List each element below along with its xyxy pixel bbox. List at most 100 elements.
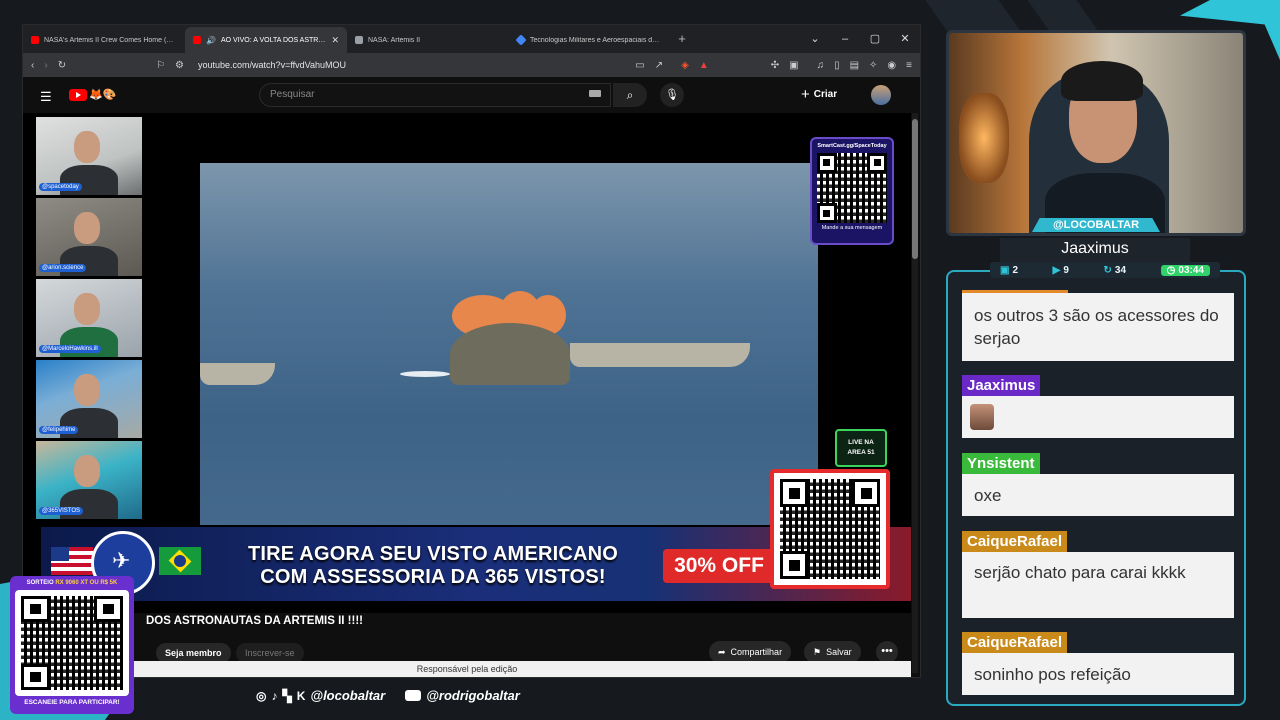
wallet-icon[interactable]: ▤ (850, 60, 859, 71)
url-field[interactable]: youtube.com/watch?v=ffvdVahuMOU (194, 60, 625, 70)
extensions-icon[interactable]: ✣ (771, 60, 779, 71)
guest-handle: @365VISTOS (39, 507, 83, 515)
social-handle: @locobaltar (310, 688, 386, 703)
social-handle: @rodrigobaltar (426, 688, 520, 703)
editor-credit-strip: Responsável pela edição (23, 661, 911, 677)
create-button[interactable]: + Criar (801, 86, 837, 103)
youtube-logo[interactable]: 🦊🎨 (69, 88, 116, 101)
video-icon: ▶ (1052, 264, 1061, 276)
orion-capsule (450, 323, 570, 385)
smartcast-qr-code (817, 153, 887, 223)
more-actions-button[interactable]: ••• (876, 641, 898, 663)
giveaway-cta: ESCANEIE PARA PARTICIPAR! (24, 699, 120, 706)
smartcast-title: SmartCast.gg/SpaceToday (817, 143, 887, 149)
chat-text (962, 396, 1234, 438)
search-icon: ⌕ (626, 88, 634, 102)
uptime-value: 03:44 (1178, 264, 1204, 276)
tab-tecnologias[interactable]: Tecnologias Militares e Aeroespaciais de… (509, 27, 671, 53)
qr-finder (852, 479, 880, 507)
leo-icon[interactable]: ✧ (869, 60, 877, 71)
create-label: Criar (813, 89, 838, 100)
hamburger-menu-icon[interactable]: ☰ (40, 89, 52, 105)
ad-line: COM ASSESSORIA DA 365 VISTOS! (260, 566, 606, 588)
qr-finder (867, 153, 887, 173)
live-area51-badge: LIVE NA AREA 51 (835, 429, 887, 467)
new-tab-button[interactable]: + (671, 27, 693, 53)
social-handles: ◎ ♪ ▚ K @locobaltar @rodrigobaltar (256, 688, 520, 703)
follow-count-value: 34 (1114, 264, 1127, 276)
chevron-down-icon[interactable]: ⌄ (800, 25, 830, 53)
save-button[interactable]: ⚑ Salvar (804, 641, 861, 663)
menu-icon[interactable]: ≡ (906, 60, 912, 71)
qr-finder (94, 596, 123, 623)
tab-nasa-crew[interactable]: NASA's Artemis II Crew Comes Home (Offic… (23, 27, 185, 53)
guest-handle: @felipehime (39, 426, 79, 434)
social-group-1: ◎ ♪ ▚ K @locobaltar (256, 688, 385, 703)
ad-qr-code-card (770, 469, 890, 589)
screenshot-icon[interactable]: ▣ (789, 60, 798, 71)
close-window-icon[interactable]: ✕ (890, 25, 920, 53)
bookmark-icon[interactable]: ⚐ (156, 60, 165, 71)
clock-icon: ◷ (1166, 264, 1176, 276)
account-avatar[interactable] (871, 85, 891, 105)
guest-head (74, 293, 100, 325)
share-icon[interactable]: ↗ (655, 60, 663, 71)
share-button[interactable]: ➦ Compartilhar (709, 641, 792, 663)
gemini-icon (515, 34, 527, 46)
brazil-flag-icon (159, 547, 201, 575)
instagram-icon: ◎ (256, 688, 267, 703)
close-tab-icon[interactable]: ✕ (331, 35, 339, 46)
chat-author: CaiqueRafael (962, 632, 1068, 653)
qr-finder (21, 596, 50, 623)
kick-icon: K (296, 688, 306, 703)
recovery-boat (200, 363, 275, 385)
uptime-timer: ◷ 03:44 (1160, 264, 1210, 276)
join-button[interactable]: Seja membro (156, 643, 231, 663)
media-icon[interactable]: ♫ (817, 60, 825, 71)
tab-label: Tecnologias Militares e Aeroespaciais de… (530, 36, 663, 44)
qr-finder (780, 479, 808, 507)
giveaway-qr-code (21, 596, 123, 690)
search-input[interactable]: Pesquisar (259, 83, 611, 107)
discount-badge: 30% OFF (663, 549, 775, 583)
subscribe-button[interactable]: Inscrever-se (236, 643, 304, 663)
page-scrollbar[interactable] (912, 113, 918, 673)
ocean-recovery-footage (200, 163, 818, 525)
search-button[interactable]: ⌕ (613, 83, 647, 107)
video-player[interactable]: @spacetoday @arion.science @MarceloHawki… (23, 113, 911, 613)
save-label: Salvar (826, 647, 852, 657)
brave-shield-icon[interactable]: ◈ (681, 60, 689, 71)
tab-nasa-artemis[interactable]: NASA: Artemis II (347, 27, 509, 53)
site-info-icon[interactable]: ⚙ (175, 60, 184, 71)
window-controls: ⌄ – ▢ ✕ (800, 25, 920, 53)
chat-panel: os outros 3 são os acessores do serjao J… (946, 270, 1246, 706)
keyboard-icon[interactable] (589, 90, 601, 97)
video-info: DOS ASTRONAUTAS DA ARTEMIS II !!!! Seja … (23, 613, 911, 677)
chat-text: serjão chato para carai kkkk (962, 552, 1234, 618)
voice-search-button[interactable]: 🎙 (660, 83, 684, 107)
background-accent (1254, 0, 1280, 60)
maximize-icon[interactable]: ▢ (860, 25, 890, 53)
scrollbar-thumb[interactable] (912, 119, 918, 259)
tab-ao-vivo[interactable]: 🔊 AO VIVO: A VOLTA DOS ASTRONAU ✕ (185, 27, 347, 53)
live-area-line: LIVE NA (848, 439, 874, 446)
reload-icon[interactable]: ↻ (58, 60, 66, 71)
minimize-icon[interactable]: – (830, 25, 860, 53)
sidebar-icon[interactable]: ▯ (834, 60, 840, 71)
guest-head (74, 374, 100, 406)
back-icon[interactable]: ‹ (31, 60, 34, 71)
vpn-icon[interactable]: ◉ (887, 60, 896, 71)
follow-icon: ↻ (1103, 264, 1112, 276)
ad-line: TIRE AGORA SEU VISTO AMERICANO (247, 543, 619, 565)
rewards-icon[interactable]: ▲ (699, 60, 709, 71)
lamp (959, 93, 1009, 183)
streamer-webcam (946, 30, 1246, 236)
more-icon: ••• (881, 645, 893, 657)
chat-text: os outros 3 são os acessores do serjao (962, 293, 1234, 361)
chat-count-value: 2 (1012, 264, 1019, 276)
video-count: ▶ 9 (1053, 265, 1069, 276)
forward-icon[interactable]: › (44, 60, 47, 71)
cast-icon[interactable]: ▭ (635, 60, 644, 71)
doodle-icon: 🦊🎨 (89, 89, 117, 101)
qr-finder (21, 663, 50, 690)
